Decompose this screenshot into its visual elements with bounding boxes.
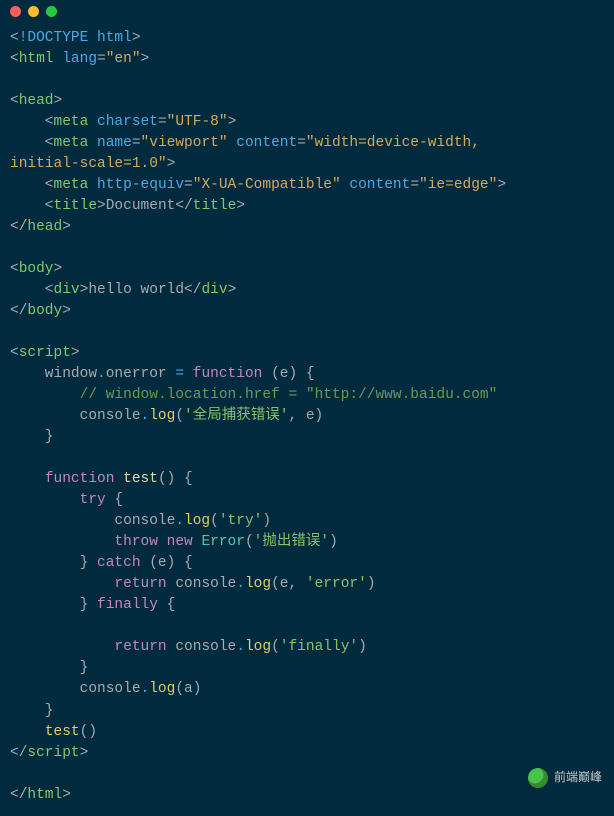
wechat-icon [528,768,548,788]
code-line: </script> [10,743,604,764]
code-line [10,616,604,637]
code-line: <script> [10,343,604,364]
code-line: <meta http-equiv="X-UA-Compatible" conte… [10,175,604,196]
code-line: console.log('全局捕获错误', e) [10,406,604,427]
window-titlebar [0,0,614,22]
code-line: } finally { [10,595,604,616]
code-line: </html> [10,785,604,806]
code-line: </body> [10,301,604,322]
code-line: throw new Error('抛出错误') [10,532,604,553]
code-line: console.log(a) [10,679,604,700]
code-line: <body> [10,259,604,280]
code-line: try { [10,490,604,511]
code-line: return console.log(e, 'error') [10,574,604,595]
code-block: <!DOCTYPE html><html lang="en"> <head> <… [0,22,614,816]
code-line: </head> [10,217,604,238]
code-line: } [10,658,604,679]
watermark-label: 前端巅峰 [554,769,602,786]
code-line [10,70,604,91]
watermark: 前端巅峰 [528,768,602,788]
code-line: return console.log('finally') [10,637,604,658]
code-line: initial-scale=1.0"> [10,154,604,175]
code-line [10,322,604,343]
code-line [10,238,604,259]
code-line: } [10,701,604,722]
code-line: test() [10,722,604,743]
close-icon[interactable] [10,6,21,17]
code-line: <head> [10,91,604,112]
code-line: <!DOCTYPE html> [10,28,604,49]
code-line: } catch (e) { [10,553,604,574]
code-line: <div>hello world</div> [10,280,604,301]
code-line: function test() { [10,469,604,490]
code-line [10,448,604,469]
code-line: window.onerror = function (e) { [10,364,604,385]
code-line: <meta charset="UTF-8"> [10,112,604,133]
code-line: <meta name="viewport" content="width=dev… [10,133,604,154]
code-line: <html lang="en"> [10,49,604,70]
code-line: <title>Document</title> [10,196,604,217]
code-line: // window.location.href = "http://www.ba… [10,385,604,406]
code-line [10,764,604,785]
code-line: console.log('try') [10,511,604,532]
maximize-icon[interactable] [46,6,57,17]
code-line: } [10,427,604,448]
minimize-icon[interactable] [28,6,39,17]
